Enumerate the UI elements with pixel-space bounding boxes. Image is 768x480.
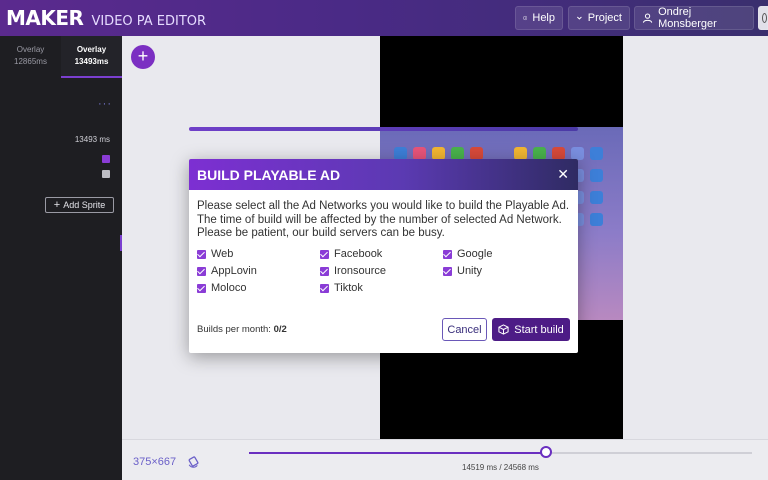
checkbox-moloco[interactable] <box>197 283 206 293</box>
network-option-web[interactable]: Web <box>197 248 233 260</box>
timeline-progress <box>249 452 547 454</box>
network-option-tiktok[interactable]: Tiktok <box>320 282 363 294</box>
network-label-ironsource: Ironsource <box>334 265 386 277</box>
overlay-duration: 13493 ms <box>74 135 110 144</box>
close-icon[interactable]: ✕ <box>557 167 569 181</box>
dialog-title: BUILD PLAYABLE AD <box>197 166 341 183</box>
builds-per-month: Builds per month: 0/2 <box>197 324 287 335</box>
start-build-button[interactable]: Start build <box>492 318 570 341</box>
checkbox-applovin[interactable] <box>197 266 206 276</box>
game-tile <box>590 213 603 226</box>
checkbox-ironsource[interactable] <box>320 266 329 276</box>
network-label-google: Google <box>457 248 493 260</box>
user-menu-button[interactable]: Ondrej Monsberger <box>634 6 754 30</box>
user-name: Ondrej Monsberger <box>658 6 717 30</box>
more-options-icon[interactable]: ··· <box>98 98 112 110</box>
timeline-bar: 375×667 14519 ms / 24568 ms <box>122 439 768 480</box>
brand-logo: MAKER VIDEO PA EDITOR <box>0 6 206 30</box>
dialog-header: BUILD PLAYABLE AD <box>189 159 578 190</box>
game-tile <box>590 147 603 160</box>
network-label-unity: Unity <box>457 265 483 277</box>
add-sprite-label: Add Sprite <box>63 200 106 210</box>
tab-overlay-1-name: Overlay <box>16 45 45 54</box>
network-option-facebook[interactable]: Facebook <box>320 248 382 260</box>
network-option-applovin[interactable]: AppLovin <box>197 265 257 277</box>
settings-button-partial[interactable] <box>758 6 768 30</box>
overlay-tabs: Overlay 12865ms Overlay 13493ms <box>0 36 122 78</box>
builds-label: Builds per month: <box>197 324 271 335</box>
help-label: Help <box>532 12 555 24</box>
network-label-moloco: Moloco <box>211 282 247 294</box>
tab-overlay-1[interactable]: Overlay 12865ms <box>0 36 61 78</box>
project-label: Project <box>587 12 622 24</box>
network-label-tiktok: Tiktok <box>334 282 363 294</box>
network-label-facebook: Facebook <box>334 248 383 260</box>
timeline-scrubber[interactable] <box>540 446 553 458</box>
network-option-moloco[interactable]: Moloco <box>197 282 246 294</box>
build-playable-ad-dialog: BUILD PLAYABLE AD ✕ Please select all th… <box>189 159 578 353</box>
user-icon <box>642 13 653 23</box>
resolution-label: 375×667 <box>133 456 177 468</box>
overlay-checkbox-1[interactable] <box>102 155 110 163</box>
checkbox-unity[interactable] <box>443 266 452 276</box>
resize-handle[interactable] <box>120 235 122 251</box>
tab-overlay-2-name: Overlay <box>76 45 107 54</box>
app-header: MAKER VIDEO PA EDITOR Help Project Ondre… <box>0 0 768 36</box>
brand-name: MAKER <box>6 6 84 30</box>
add-sprite-button[interactable]: + Add Sprite <box>45 197 114 213</box>
network-option-google[interactable]: Google <box>443 248 492 260</box>
network-option-unity[interactable]: Unity <box>443 265 482 277</box>
preview-progress-bar <box>189 127 578 131</box>
chevron-down-icon <box>577 16 582 20</box>
cancel-button[interactable]: Cancel <box>442 318 487 341</box>
info-icon <box>523 15 528 21</box>
checkbox-google[interactable] <box>443 249 452 259</box>
network-label-applovin: AppLovin <box>211 265 257 277</box>
timeline-track[interactable] <box>249 452 752 454</box>
tab-overlay-2-duration: 13493ms <box>74 57 109 66</box>
network-option-ironsource[interactable]: Ironsource <box>320 265 386 277</box>
game-tile <box>590 169 603 182</box>
help-button[interactable]: Help <box>515 6 563 30</box>
checkbox-facebook[interactable] <box>320 249 329 259</box>
tab-overlay-1-duration: 12865ms <box>14 57 47 66</box>
tab-overlay-2[interactable]: Overlay 13493ms <box>61 36 122 78</box>
time-readout: 14519 ms / 24568 ms <box>462 463 539 472</box>
start-build-label: Start build <box>514 323 564 336</box>
cube-icon <box>498 324 509 335</box>
rotate-icon[interactable] <box>187 455 200 468</box>
checkbox-tiktok[interactable] <box>320 283 329 293</box>
sidebar: Overlay 12865ms Overlay 13493ms ··· 1349… <box>0 36 122 480</box>
network-label-web: Web <box>211 248 234 260</box>
brand-subtitle: VIDEO PA EDITOR <box>91 14 207 29</box>
builds-value: 0/2 <box>273 324 287 335</box>
overlay-checkbox-2[interactable] <box>102 170 110 178</box>
settings-icon <box>762 13 767 23</box>
dialog-description: Please select all the Ad Networks you wo… <box>197 200 570 239</box>
plus-icon: + <box>53 199 61 211</box>
project-menu-button[interactable]: Project <box>568 6 630 30</box>
add-layer-button[interactable]: + <box>131 45 155 69</box>
game-tile <box>590 191 603 204</box>
checkbox-web[interactable] <box>197 249 206 259</box>
